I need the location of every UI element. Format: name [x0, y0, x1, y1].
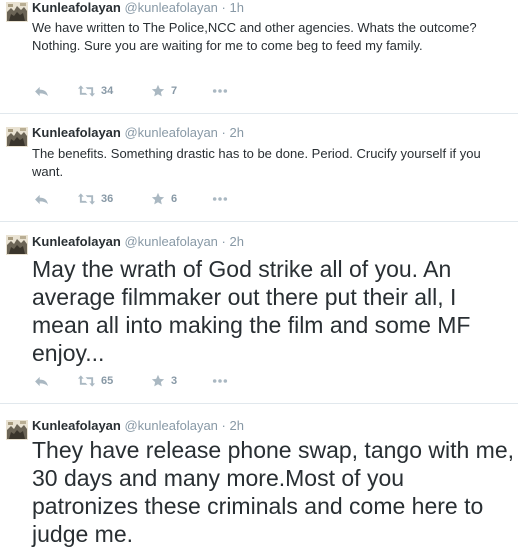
user-handle[interactable]: @kunleafolayan	[124, 0, 217, 15]
timestamp[interactable]: 1h	[230, 0, 244, 15]
user-handle[interactable]: @kunleafolayan	[124, 234, 217, 249]
retweet-count: 36	[101, 193, 114, 205]
separator: ·	[221, 0, 226, 15]
tweet-item[interactable]: Kunleafolayan @kunleafolayan · 2h They h…	[0, 403, 518, 555]
retweet-button[interactable]: 65	[78, 374, 113, 388]
retweet-count: 65	[101, 375, 114, 387]
more-icon	[212, 196, 228, 202]
more-icon	[212, 88, 228, 94]
retweet-icon	[78, 375, 95, 387]
tweet-text: We have written to The Police,NCC and ot…	[32, 20, 477, 53]
reply-icon	[34, 86, 49, 97]
separator: ·	[221, 418, 226, 433]
retweet-icon	[78, 85, 95, 97]
user-handle[interactable]: @kunleafolayan	[124, 418, 217, 433]
reply-button[interactable]	[34, 374, 49, 388]
favorite-button[interactable]: 3	[151, 374, 177, 388]
user-name[interactable]: Kunleafolayan	[32, 0, 121, 15]
separator: ·	[221, 125, 226, 140]
avatar[interactable]	[6, 420, 28, 440]
user-name[interactable]: Kunleafolayan	[32, 418, 121, 433]
favorite-count: 3	[171, 375, 178, 387]
avatar[interactable]	[6, 127, 28, 147]
tweet-item[interactable]: Kunleafolayan @kunleafolayan · 2h The be…	[0, 113, 518, 222]
user-name[interactable]: Kunleafolayan	[32, 234, 121, 249]
retweet-count: 34	[101, 85, 114, 97]
favorite-button[interactable]: 7	[151, 84, 177, 98]
more-button[interactable]	[212, 84, 228, 98]
tweet-item[interactable]: Kunleafolayan @kunleafolayan · 2h May th…	[0, 221, 518, 404]
reply-icon	[34, 376, 49, 387]
retweet-button[interactable]: 34	[78, 84, 113, 98]
retweet-icon	[78, 193, 95, 205]
star-icon	[151, 374, 165, 388]
reply-button[interactable]	[34, 84, 49, 98]
separator: ·	[221, 234, 226, 249]
star-icon	[151, 192, 165, 206]
user-name[interactable]: Kunleafolayan	[32, 125, 121, 140]
more-button[interactable]	[212, 374, 228, 388]
favorite-count: 7	[171, 85, 178, 97]
tweet-text: The benefits. Something drastic has to b…	[32, 146, 481, 179]
timestamp[interactable]: 2h	[230, 125, 244, 140]
tweet-text: May the wrath of God strike all of you. …	[32, 256, 471, 366]
tweet-header: Kunleafolayan @kunleafolayan · 2h	[32, 234, 244, 249]
favorite-count: 6	[171, 193, 178, 205]
more-icon	[212, 378, 228, 384]
tweet-header: Kunleafolayan @kunleafolayan · 2h	[32, 418, 244, 433]
favorite-button[interactable]: 6	[151, 192, 177, 206]
user-handle[interactable]: @kunleafolayan	[124, 125, 217, 140]
timestamp[interactable]: 2h	[230, 418, 244, 433]
retweet-button[interactable]: 36	[78, 192, 113, 206]
reply-icon	[34, 194, 49, 205]
tweet-header: Kunleafolayan @kunleafolayan · 1h	[32, 0, 244, 15]
timestamp[interactable]: 2h	[230, 234, 244, 249]
reply-button[interactable]	[34, 192, 49, 206]
avatar[interactable]	[6, 2, 28, 22]
avatar[interactable]	[6, 235, 28, 255]
more-button[interactable]	[212, 192, 228, 206]
star-icon	[151, 84, 165, 98]
tweet-header: Kunleafolayan @kunleafolayan · 2h	[32, 125, 244, 140]
tweet-item[interactable]: Kunleafolayan @kunleafolayan · 1h We hav…	[0, 0, 518, 114]
tweet-text: They have release phone swap, tango with…	[32, 437, 515, 547]
